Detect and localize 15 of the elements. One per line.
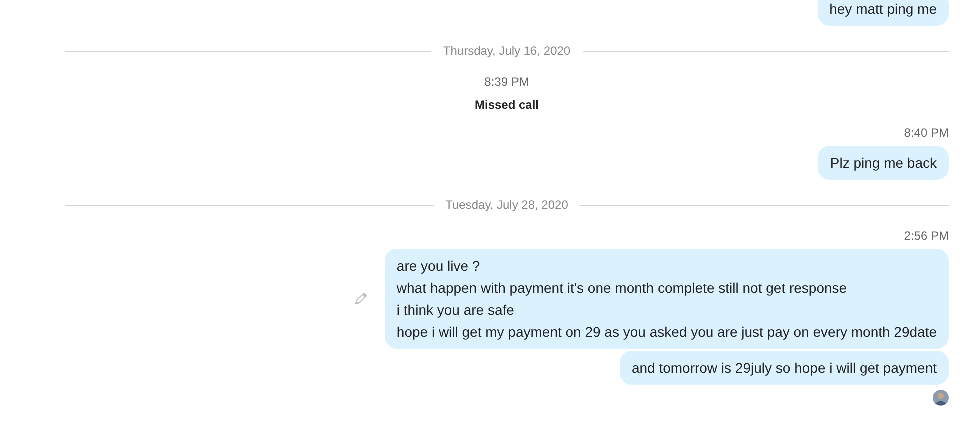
timestamp: 8:40 PM bbox=[904, 125, 949, 142]
message-text: and tomorrow is 29july so hope i will get payment bbox=[632, 359, 937, 377]
date-separator: Thursday, July 16, 2020 bbox=[443, 43, 571, 60]
pencil-icon[interactable] bbox=[352, 291, 369, 307]
message-text: are you live ? bbox=[396, 257, 482, 275]
message-text: hope i will get my payment on 29 as you asked you are just pay on every month 29date bbox=[396, 323, 937, 341]
call-notice: Missed call bbox=[474, 97, 540, 114]
avatar-icon bbox=[933, 390, 949, 406]
timestamp: 2:56 PM bbox=[904, 228, 949, 245]
message-text: hey matt ping me bbox=[830, 0, 937, 18]
message-text: what happen with payment it's one month complete still not get response bbox=[396, 279, 848, 297]
message-text: Plz ping me back bbox=[830, 154, 937, 172]
message-text: i think you are safe bbox=[396, 301, 516, 319]
date-separator: Tuesday, July 28, 2020 bbox=[446, 197, 568, 214]
timestamp: 8:39 PM bbox=[484, 74, 530, 91]
